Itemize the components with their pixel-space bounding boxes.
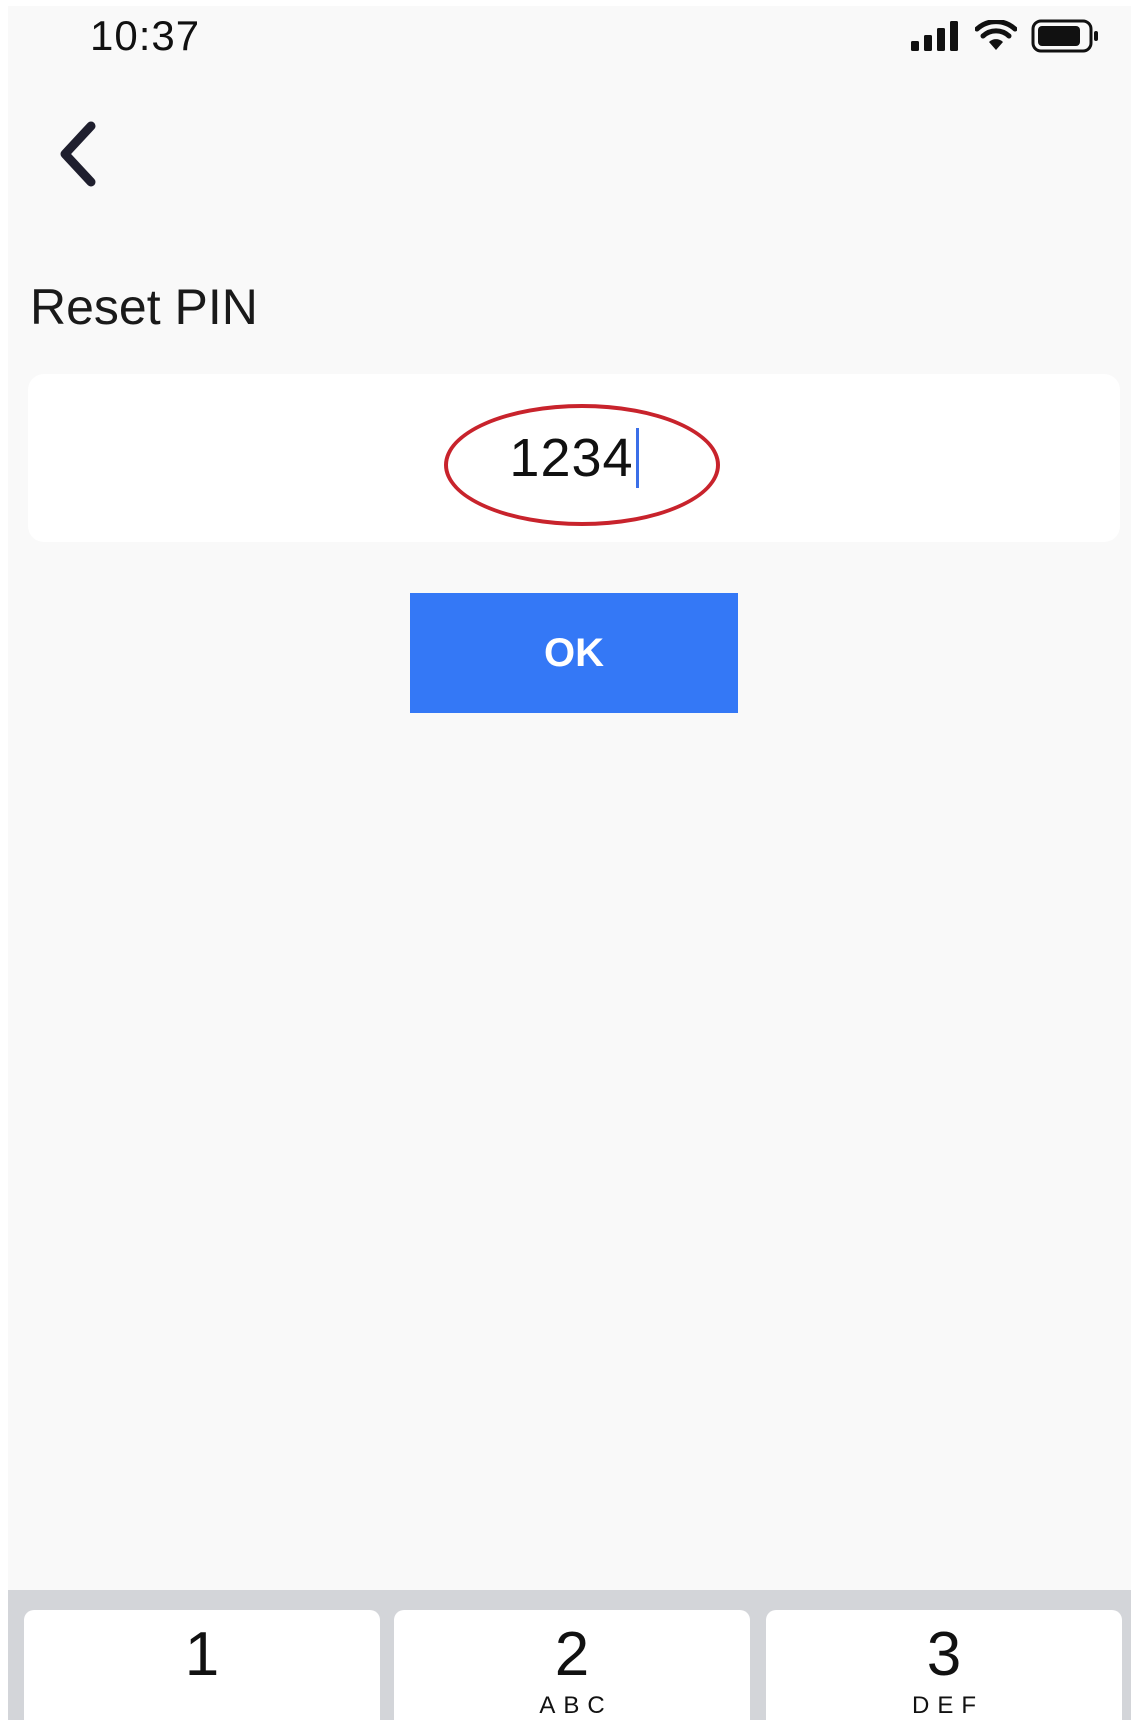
pin-value: 1234 <box>509 428 634 488</box>
back-button[interactable] <box>42 116 112 196</box>
key-digit: 2 <box>554 1620 590 1689</box>
key-digit: 1 <box>184 1620 220 1689</box>
key-2[interactable]: 2 ABC <box>394 1610 750 1720</box>
status-time: 10:37 <box>90 12 201 59</box>
screen: 10:37 Reset PIN 1234 OK 1 2 ABC 3 DEF <box>8 6 1131 1720</box>
key-digit: 3 <box>926 1620 962 1689</box>
ok-button[interactable]: OK <box>410 593 738 713</box>
text-caret <box>635 428 639 488</box>
numeric-keypad: 1 2 ABC 3 DEF <box>8 1590 1131 1720</box>
pin-input[interactable]: 1234 <box>28 374 1120 542</box>
key-3[interactable]: 3 DEF <box>766 1610 1122 1720</box>
key-letters: DEF <box>912 1692 984 1719</box>
battery-icon <box>1031 19 1101 58</box>
wifi-icon <box>974 18 1018 57</box>
chevron-left-icon <box>55 120 99 193</box>
key-letters: ABC <box>539 1692 613 1719</box>
page-title: Reset PIN <box>30 279 258 335</box>
pin-value-wrap: 1234 <box>509 418 639 498</box>
cellular-signal-icon <box>911 20 961 56</box>
key-1[interactable]: 1 <box>24 1610 380 1720</box>
status-icons <box>911 18 1101 58</box>
